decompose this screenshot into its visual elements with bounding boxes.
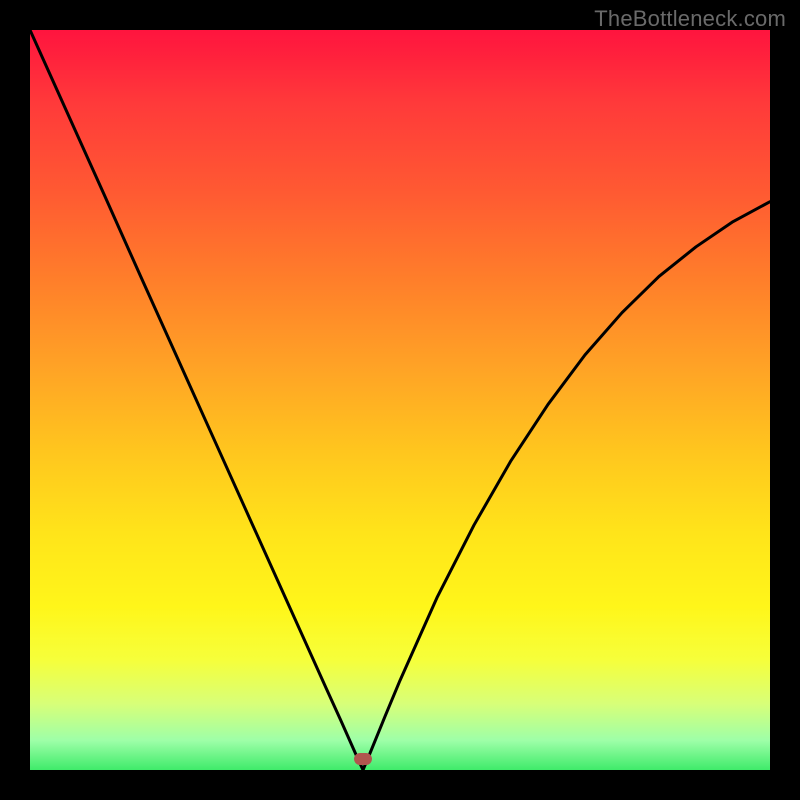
plot-area — [30, 30, 770, 770]
watermark-text: TheBottleneck.com — [594, 6, 786, 32]
curve-path — [30, 30, 770, 770]
chart-frame: TheBottleneck.com — [0, 0, 800, 800]
optimum-marker — [354, 753, 372, 765]
bottleneck-curve — [30, 30, 770, 770]
